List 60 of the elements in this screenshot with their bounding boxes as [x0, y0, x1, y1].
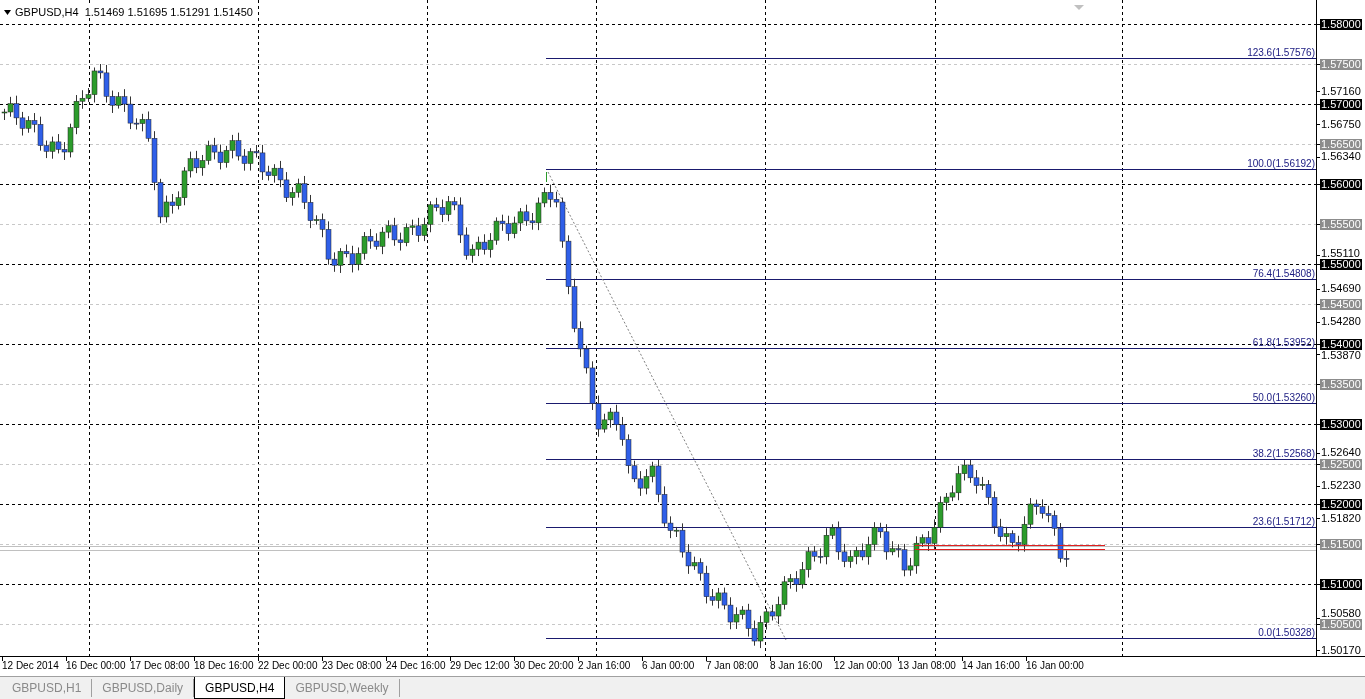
price-tick-label: 1.52230 [1320, 480, 1362, 491]
price-tick-label: 1.52640 [1320, 447, 1362, 458]
shift-marker-icon[interactable] [1074, 5, 1084, 10]
chart-tab[interactable]: GBPUSD,Weekly [285, 679, 400, 697]
price-level-label: 1.57000 [1320, 99, 1362, 110]
price-level-label: 1.54000 [1320, 339, 1362, 350]
price-level-label: 1.52000 [1320, 499, 1362, 510]
time-label: 7 Jan 08:00 [706, 660, 759, 672]
price-tick-label: 1.50580 [1320, 608, 1362, 619]
time-label: 16 Jan 00:00 [1026, 660, 1084, 672]
time-label: 30 Dec 20:00 [514, 660, 574, 672]
fibonacci-level-label: 38.2(1.52568) [1252, 448, 1315, 459]
time-label: 12 Jan 00:00 [834, 660, 892, 672]
price-level-label: 1.50500 [1320, 619, 1362, 630]
price-level-label: 1.55000 [1320, 259, 1362, 270]
anchor-line [546, 171, 547, 183]
time-label: 13 Jan 08:00 [898, 660, 956, 672]
price-level-label: 1.57500 [1320, 59, 1362, 70]
price-level-label: 1.55500 [1320, 219, 1362, 230]
time-label: 16 Dec 00:00 [66, 660, 126, 672]
time-label: 22 Dec 00:00 [258, 660, 318, 672]
chart-tab[interactable]: GBPUSD,H4 [194, 677, 286, 699]
time-label: 14 Jan 16:00 [962, 660, 1020, 672]
chart-tab[interactable]: GBPUSD,H1 [2, 679, 93, 697]
fibonacci-level-label: 50.0(1.53260) [1252, 392, 1315, 403]
price-tick-label: 1.54690 [1320, 283, 1362, 294]
price-level-label: 1.56000 [1320, 179, 1362, 190]
price-tick-label: 1.57160 [1320, 86, 1362, 97]
time-label: 12 Dec 2014 [2, 660, 59, 672]
fibonacci-level-label: 76.4(1.54808) [1252, 268, 1315, 279]
price-tick-label: 1.54280 [1320, 316, 1362, 327]
price-tick-label: 1.50170 [1320, 645, 1362, 656]
fibonacci-level-label: 123.6(1.57576) [1247, 47, 1315, 58]
time-label: 8 Jan 16:00 [770, 660, 823, 672]
price-level-label: 1.58000 [1320, 19, 1362, 30]
chart-header: GBPUSD,H4 1.51469 1.51695 1.51291 1.51450 [15, 6, 253, 18]
price-tick-label: 1.56750 [1320, 119, 1362, 130]
dropdown-triangle-icon[interactable] [4, 9, 11, 15]
fibonacci-level-label: 100.0(1.56192) [1247, 158, 1315, 169]
time-label: 29 Dec 12:00 [450, 660, 510, 672]
fibonacci-level-label: 23.6(1.51712) [1252, 516, 1315, 527]
fibonacci-level-label: 61.8(1.53952) [1252, 337, 1315, 348]
price-level-label: 1.54500 [1320, 299, 1362, 310]
price-tick-label: 1.51820 [1320, 513, 1362, 524]
price-tick-label: 1.56340 [1320, 151, 1362, 162]
price-level-label: 1.53000 [1320, 419, 1362, 430]
time-label: 6 Jan 00:00 [642, 660, 695, 672]
price-level-label: 1.51000 [1320, 579, 1362, 590]
fibonacci-level-label: 0.0(1.50328) [1258, 627, 1315, 638]
time-label: 23 Dec 08:00 [322, 660, 382, 672]
price-level-label: 1.53500 [1320, 379, 1362, 390]
time-label: 18 Dec 16:00 [194, 660, 254, 672]
price-tick-label: 1.55110 [1320, 248, 1361, 259]
price-tick-label: 1.53870 [1320, 350, 1362, 361]
time-label: 24 Dec 16:00 [386, 660, 446, 672]
price-level-label: 1.51500 [1320, 539, 1362, 550]
price-level-label: 1.52500 [1320, 459, 1362, 470]
time-label: 2 Jan 16:00 [578, 660, 631, 672]
time-label: 17 Dec 08:00 [130, 660, 190, 672]
price-level-label: 1.56500 [1320, 139, 1362, 150]
